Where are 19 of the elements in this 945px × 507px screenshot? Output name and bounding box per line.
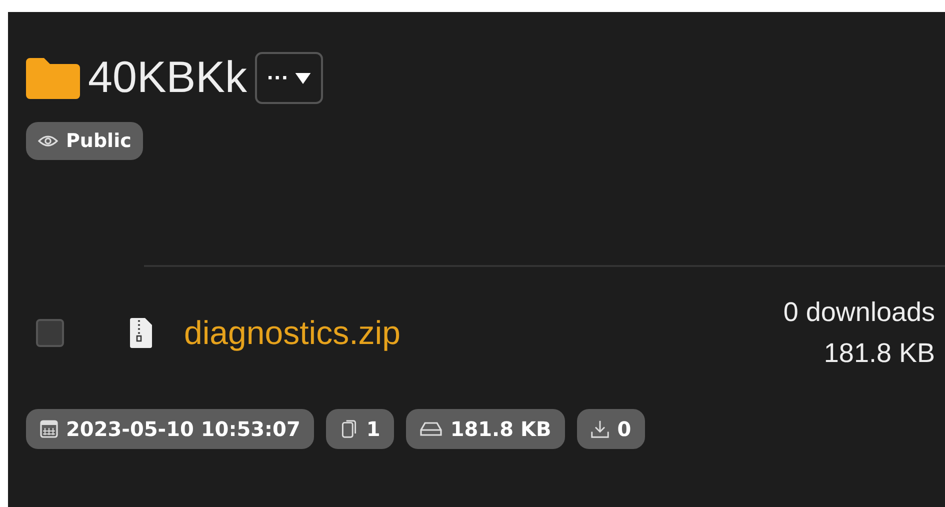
folder-name: 40KBKk xyxy=(88,53,247,103)
checkbox[interactable] xyxy=(36,319,64,347)
stat-chip: 2023-05-10 10:53:07 xyxy=(26,409,314,449)
menu-button[interactable]: ··· xyxy=(254,52,323,104)
stat-chip: 1 xyxy=(326,409,394,449)
eye-icon xyxy=(38,135,58,147)
download-icon xyxy=(591,420,610,438)
caret-icon xyxy=(294,72,311,84)
drive-icon xyxy=(420,422,442,436)
folder-icon xyxy=(26,57,80,99)
calendar-icon xyxy=(40,420,58,438)
file-size: 181.8 KB xyxy=(824,338,935,369)
stat-chip: 0 xyxy=(577,409,646,449)
download-count: 0 downloads xyxy=(783,297,935,328)
stat-chip: 181.8 KB xyxy=(406,409,566,449)
zip-file-icon xyxy=(130,318,152,348)
pages-icon xyxy=(340,420,358,438)
file-name-link[interactable]: diagnostics.zip xyxy=(184,314,400,352)
visibility-badge[interactable]: Public xyxy=(26,122,144,160)
